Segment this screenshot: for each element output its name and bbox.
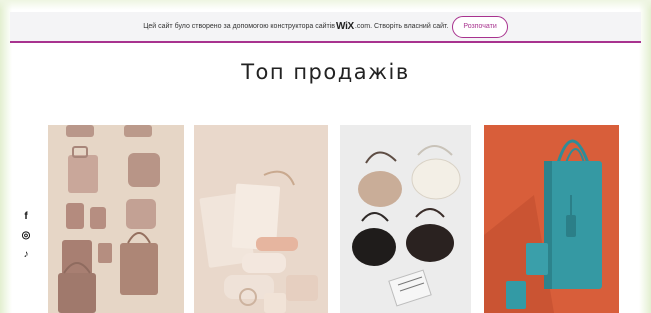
- tiktok-icon[interactable]: ♪: [19, 248, 33, 262]
- social-bar: f ◎ ♪: [19, 210, 33, 267]
- product-image-3[interactable]: [340, 125, 471, 313]
- page-edge-top: [0, 0, 651, 10]
- instagram-icon[interactable]: ◎: [19, 229, 33, 243]
- banner-text-after: .com. Створіть власний сайт.: [354, 23, 449, 30]
- facebook-icon[interactable]: f: [19, 210, 33, 224]
- product-image-4[interactable]: [484, 125, 619, 313]
- page-edge-right: [639, 0, 651, 313]
- page-edge-left: [0, 0, 12, 313]
- product-image-1[interactable]: [48, 125, 184, 313]
- wix-banner: Цей сайт було створено за допомогою конс…: [10, 12, 641, 43]
- wix-logo: WiX: [336, 21, 354, 32]
- banner-text-before: Цей сайт було створено за допомогою конс…: [143, 23, 336, 30]
- start-button[interactable]: Розпочати: [452, 15, 508, 38]
- product-image-2[interactable]: [194, 125, 328, 313]
- page-title: Топ продажів: [241, 60, 410, 84]
